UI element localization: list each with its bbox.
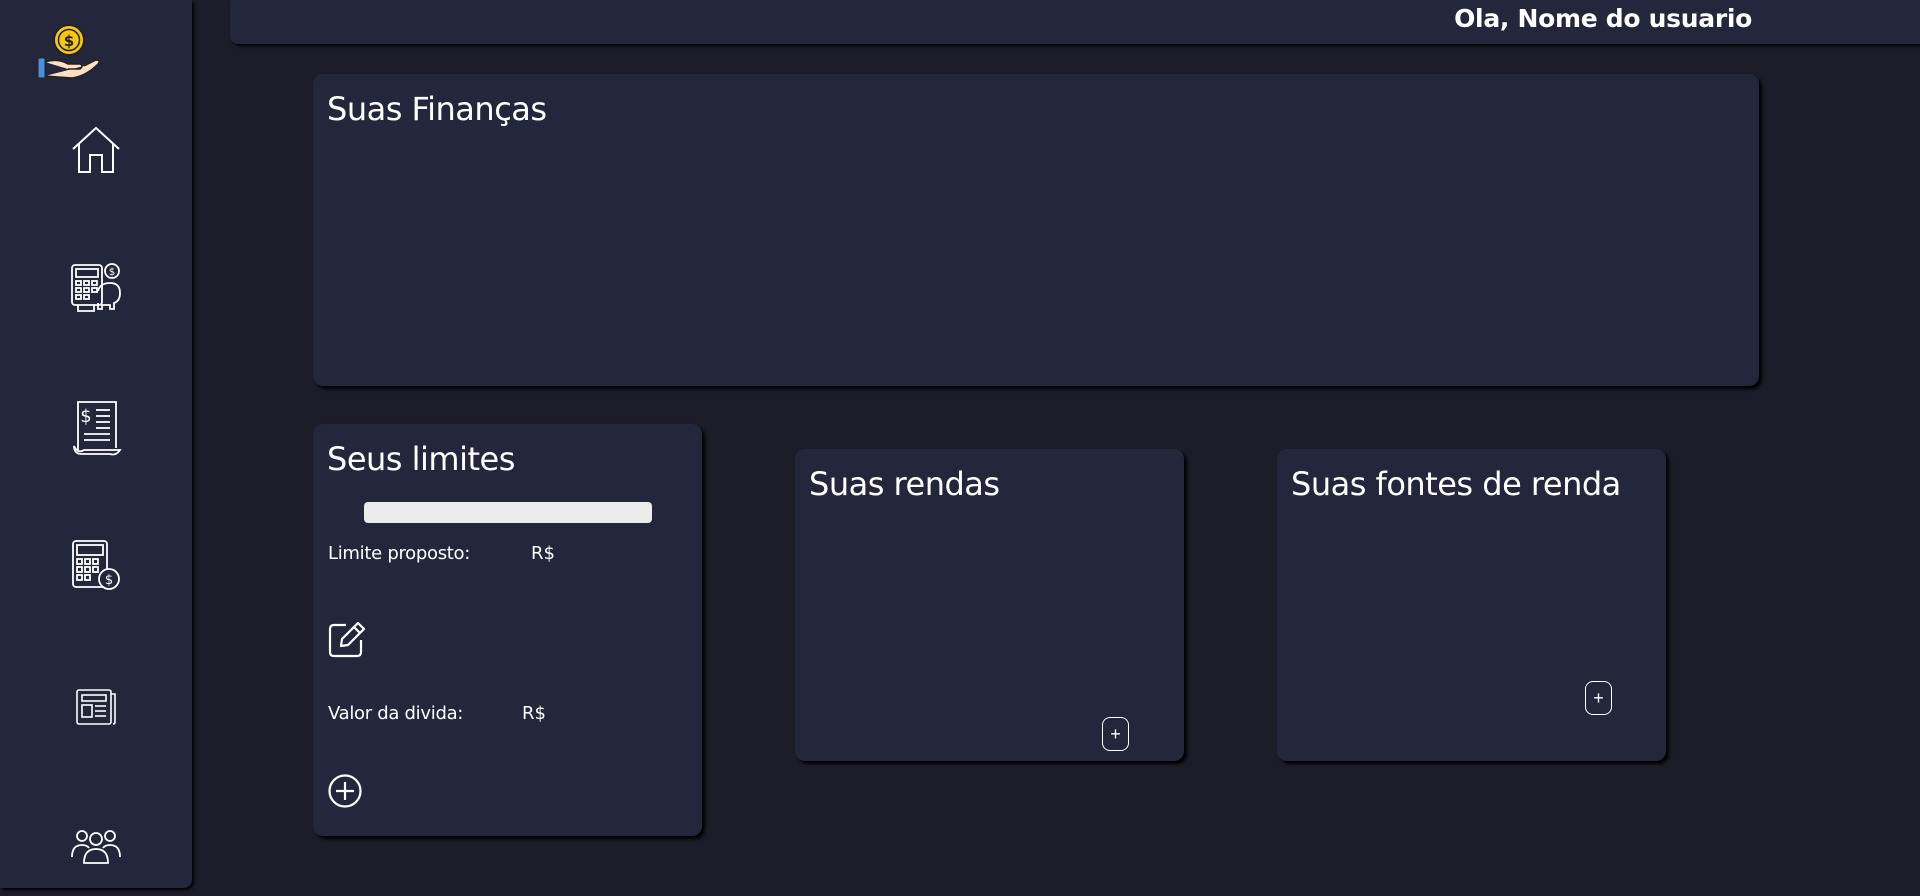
svg-text:$: $ (109, 267, 115, 278)
add-debt-button[interactable] (327, 773, 363, 814)
add-circle-icon (328, 774, 362, 808)
finances-title: Suas Finanças (327, 90, 547, 128)
app-root: $ $ $ $ Ola, Nome do usuario Suas Finanç… (0, 0, 1920, 896)
debt-value: R$ (522, 703, 546, 724)
sidebar-item-calculator-savings[interactable]: $ (0, 252, 192, 322)
edit-limit-button[interactable] (326, 620, 366, 665)
add-income-source-button[interactable]: + (1585, 681, 1612, 715)
add-income-button[interactable]: + (1102, 717, 1129, 751)
limits-title: Seus limites (327, 440, 515, 478)
incomes-card: Suas rendas + (795, 449, 1184, 761)
user-greeting: Ola, Nome do usuario (1454, 4, 1752, 33)
svg-text:$: $ (64, 32, 74, 50)
coin-hand-icon[interactable]: $ (34, 22, 104, 84)
sidebar-item-budget-calculator[interactable]: $ (0, 530, 192, 600)
home-icon (72, 126, 120, 173)
income-sources-card: Suas fontes de renda + (1277, 449, 1666, 761)
top-bar: Ola, Nome do usuario (230, 0, 1920, 44)
proposed-limit-value: R$ (531, 543, 555, 564)
sidebar-item-home[interactable] (0, 115, 192, 185)
limit-progress-bar (364, 502, 652, 523)
sidebar-item-community[interactable] (0, 812, 192, 882)
newspaper-icon (76, 689, 116, 725)
proposed-limit-label: Limite proposto: (328, 543, 471, 564)
sidebar-item-news[interactable] (0, 672, 192, 742)
calculator-piggy-bank-icon: $ (71, 263, 121, 312)
svg-text:$: $ (80, 406, 91, 427)
limits-card: Seus limites Limite proposto: R$ Valor d… (313, 424, 702, 836)
debt-label: Valor da divida: (328, 703, 464, 724)
users-group-icon (71, 830, 121, 864)
invoice-icon: $ (73, 401, 122, 456)
svg-text:$: $ (105, 573, 113, 588)
finances-card: Suas Finanças (313, 74, 1759, 386)
edit-icon (328, 621, 366, 658)
limit-progress-fill (364, 502, 652, 523)
income-sources-title: Suas fontes de renda (1291, 465, 1621, 503)
incomes-title: Suas rendas (809, 465, 1000, 503)
calculator-dollar-icon: $ (72, 540, 120, 590)
sidebar-item-invoice[interactable]: $ (0, 392, 192, 462)
sidebar: $ $ $ $ (0, 0, 192, 888)
